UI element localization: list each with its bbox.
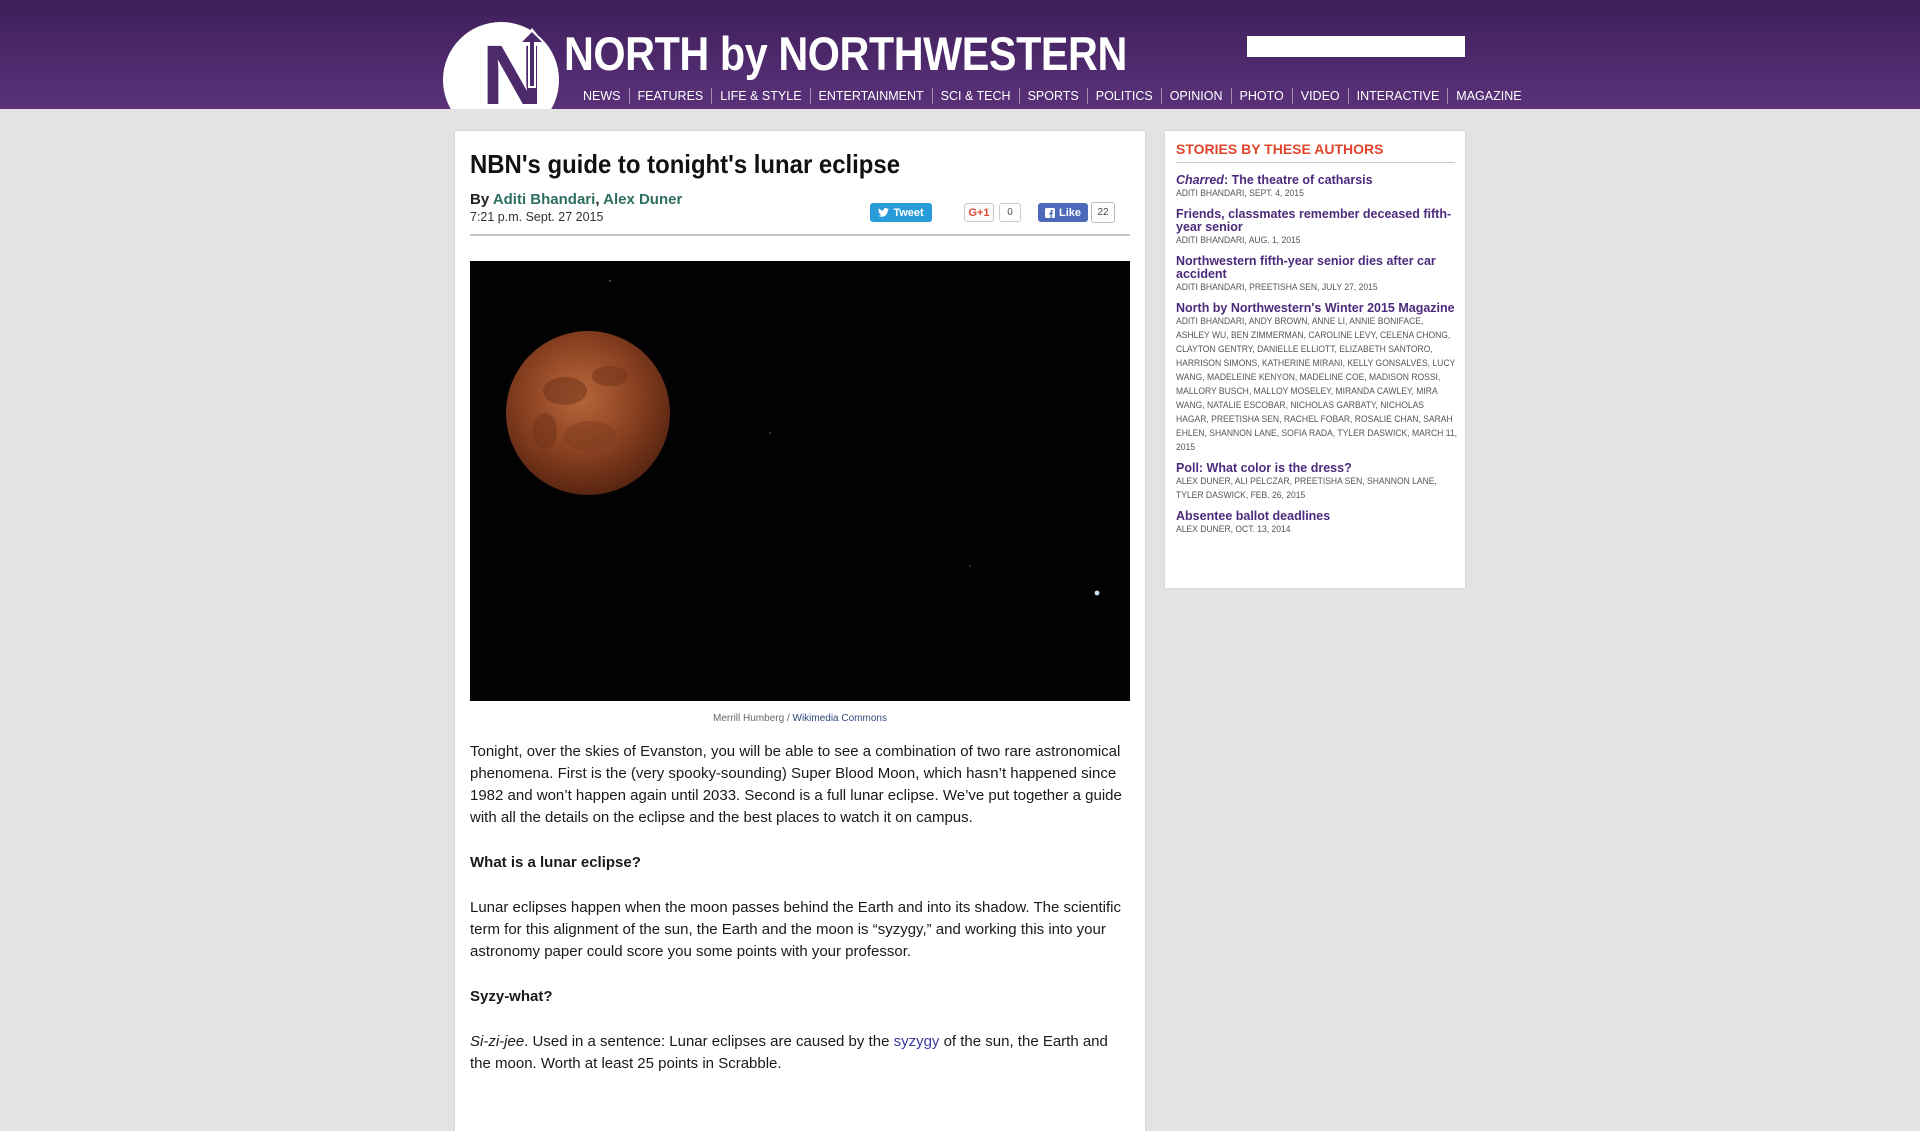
facebook-icon	[1044, 207, 1055, 218]
nav-item-opinion[interactable]: OPINION	[1160, 88, 1231, 104]
story-item: Charred: The theatre of catharsis ADITI …	[1176, 174, 1459, 201]
google-plus-label: G+1	[968, 206, 990, 219]
story-meta: ALEX DUNER, OCT. 13, 2014	[1176, 524, 1291, 535]
photo-credit: Merrill Humberg	[713, 713, 785, 724]
nav-item-features[interactable]: FEATURES	[628, 88, 712, 104]
paragraph: Si-zi-jee. Used in a sentence: Lunar ecl…	[470, 1031, 1132, 1075]
story-title-text: Northwestern fifth-year senior dies afte…	[1176, 254, 1436, 281]
google-plus-button[interactable]: G+1	[964, 203, 994, 222]
story-link[interactable]: Friends, classmates remember deceased fi…	[1176, 208, 1459, 234]
story-item: Friends, classmates remember deceased fi…	[1176, 208, 1459, 248]
story-link[interactable]: North by Northwestern's Winter 2015 Maga…	[1176, 302, 1459, 315]
sidebar-heading: STORIES BY THESE AUTHORS	[1176, 141, 1384, 157]
story-link[interactable]: Poll: What color is the dress?	[1176, 462, 1459, 475]
story-link[interactable]: Charred: The theatre of catharsis	[1176, 174, 1459, 187]
facebook-like-count: 22	[1091, 202, 1115, 223]
nav-item-sports[interactable]: SPORTS	[1018, 88, 1087, 104]
sidebar: STORIES BY THESE AUTHORS Charred: The th…	[1165, 131, 1465, 588]
tweet-label: Tweet	[893, 206, 924, 219]
author-link[interactable]: Aditi Bhandari	[493, 191, 596, 208]
tweet-button[interactable]: Tweet	[870, 203, 932, 222]
nav-item-sci-tech[interactable]: SCI & TECH	[931, 88, 1019, 104]
nav-item-politics[interactable]: POLITICS	[1086, 88, 1161, 104]
photo-source-link[interactable]: Wikimedia Commons	[793, 713, 887, 724]
photo-caption: Merrill Humberg / Wikimedia Commons	[470, 713, 1130, 724]
story-link[interactable]: Absentee ballot deadlines	[1176, 510, 1459, 523]
facebook-like-label: Like	[1058, 206, 1081, 219]
story-meta: ADITI BHANDARI, ANDY BROWN, ANNE LI, ANN…	[1176, 316, 1457, 453]
story-meta: ADITI BHANDARI, AUG. 1, 2015	[1176, 235, 1301, 246]
google-plus-count: 0	[999, 203, 1021, 222]
pronunciation: Si-zi-jee	[470, 1033, 525, 1050]
nav-item-magazine[interactable]: MAGAZINE	[1447, 88, 1529, 104]
site-header: N NORTH by NORTHWESTERN NEWS FEATURES LI…	[0, 0, 1920, 109]
nav-item-life-style[interactable]: LIFE & STYLE	[711, 88, 809, 104]
site-title[interactable]: NORTH by NORTHWESTERN	[564, 26, 1127, 81]
article-title: NBN's guide to tonight's lunar eclipse	[470, 149, 901, 179]
nav-item-photo[interactable]: PHOTO	[1230, 88, 1292, 104]
nav-item-news[interactable]: NEWS	[577, 88, 629, 104]
byline-prefix: By	[470, 191, 490, 208]
paragraph: Tonight, over the skies of Evanston, you…	[470, 743, 1122, 826]
nav-item-video[interactable]: VIDEO	[1291, 88, 1348, 104]
search-input[interactable]	[1247, 36, 1465, 57]
syzygy-link[interactable]: syzygy	[894, 1033, 940, 1050]
nav-item-interactive[interactable]: INTERACTIVE	[1347, 88, 1448, 104]
story-item: Absentee ballot deadlines ALEX DUNER, OC…	[1176, 510, 1459, 537]
story-meta: ADITI BHANDARI, SEPT. 4, 2015	[1176, 188, 1304, 199]
logo-arrow-icon	[519, 28, 545, 88]
divider	[1176, 162, 1455, 163]
story-title-italic: Charred	[1176, 173, 1224, 187]
story-link[interactable]: Northwestern fifth-year senior dies afte…	[1176, 255, 1459, 281]
paragraph-text: . Used in a sentence: Lunar eclipses are…	[524, 1033, 894, 1050]
story-meta: ADITI BHANDARI, PREETISHA SEN, JULY 27, …	[1176, 282, 1378, 293]
photo-credit-separator: /	[786, 713, 790, 724]
story-title-text: Poll: What color is the dress?	[1176, 461, 1352, 475]
article-body: Tonight, over the skies of Evanston, you…	[470, 741, 1132, 1098]
byline: By Aditi Bhandari, Alex Duner	[470, 191, 682, 208]
divider	[470, 234, 1130, 236]
twitter-bird-icon	[878, 208, 890, 217]
main-nav: NEWS FEATURES LIFE & STYLE ENTERTAINMENT…	[577, 88, 1530, 104]
story-list: Charred: The theatre of catharsis ADITI …	[1176, 174, 1459, 544]
lunar-eclipse-photo[interactable]	[470, 261, 1130, 701]
paragraph: Lunar eclipses happen when the moon pass…	[470, 899, 1121, 960]
story-item: Northwestern fifth-year senior dies afte…	[1176, 255, 1459, 295]
story-title-text: Friends, classmates remember deceased fi…	[1176, 207, 1452, 234]
subheading: Syzy-what?	[470, 988, 553, 1005]
author-link[interactable]: Alex Duner	[603, 191, 682, 208]
facebook-like-button[interactable]: Like	[1038, 203, 1088, 222]
author-separator: ,	[595, 191, 600, 208]
story-title-text: North by Northwestern's Winter 2015 Maga…	[1176, 301, 1455, 315]
story-title-text: : The theatre of catharsis	[1223, 173, 1373, 187]
story-item: North by Northwestern's Winter 2015 Maga…	[1176, 302, 1459, 455]
story-item: Poll: What color is the dress? ALEX DUNE…	[1176, 462, 1459, 503]
timestamp: 7:21 p.m. Sept. 27 2015	[470, 210, 604, 224]
story-title-text: Absentee ballot deadlines	[1176, 509, 1331, 523]
story-meta: ALEX DUNER, ALI PELCZAR, PREETISHA SEN, …	[1176, 476, 1437, 501]
subheading: What is a lunar eclipse?	[470, 854, 641, 871]
article-panel: NBN's guide to tonight's lunar eclipse B…	[455, 131, 1145, 1131]
nav-item-entertainment[interactable]: ENTERTAINMENT	[809, 88, 932, 104]
